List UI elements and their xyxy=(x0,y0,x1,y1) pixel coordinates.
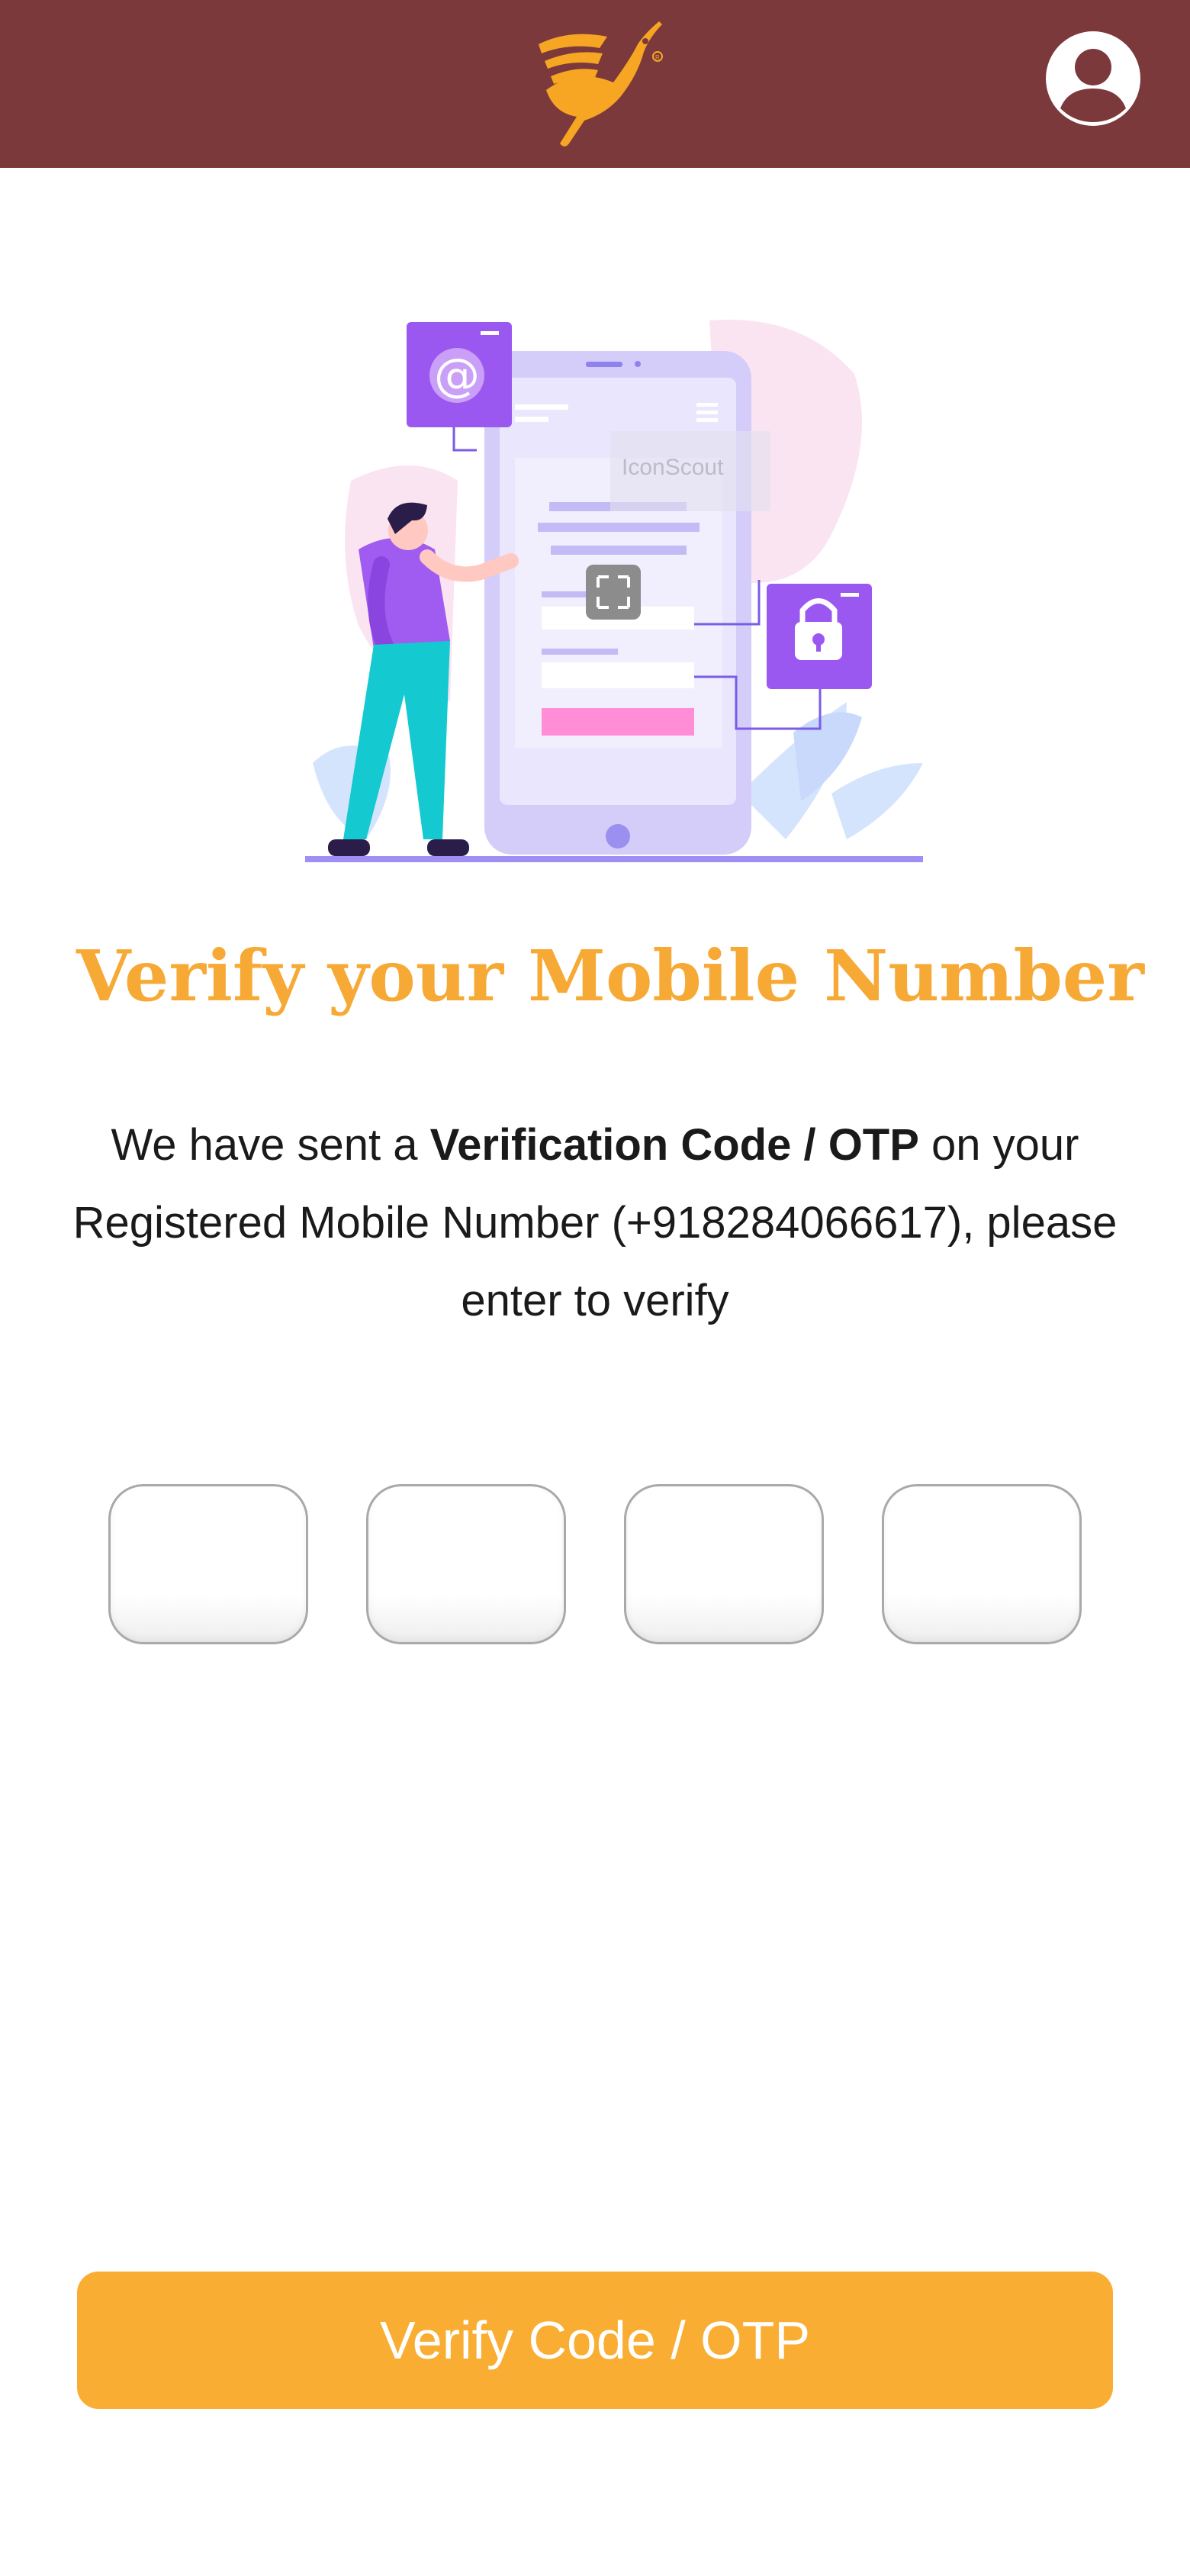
top-header: R xyxy=(0,0,1190,168)
user-avatar-icon[interactable] xyxy=(1044,29,1143,128)
otp-digit-1-input[interactable] xyxy=(108,1484,308,1644)
otp-digit-2-input[interactable] xyxy=(366,1484,566,1644)
page-title: Verify your Mobile Number xyxy=(76,935,1144,1017)
description-bold-text: Verification Code / OTP xyxy=(429,1120,919,1170)
otp-digit-3-input[interactable] xyxy=(624,1484,824,1644)
watermark-text: IconScout xyxy=(622,455,724,480)
at-sign-icon: @ xyxy=(434,349,480,402)
verify-otp-button[interactable]: Verify Code / OTP xyxy=(77,2272,1113,2409)
svg-text:R: R xyxy=(655,54,660,61)
otp-input-group xyxy=(108,1484,1082,1646)
bird-logo-icon: R xyxy=(539,21,663,147)
description-text-1: We have sent a xyxy=(111,1120,430,1170)
otp-digit-4-input[interactable] xyxy=(882,1484,1082,1644)
verification-illustration: IconScout @ xyxy=(305,319,923,862)
verify-otp-button-label: Verify Code / OTP xyxy=(379,2310,811,2370)
otp-description: We have sent a Verification Code / OTP o… xyxy=(61,1106,1129,1340)
